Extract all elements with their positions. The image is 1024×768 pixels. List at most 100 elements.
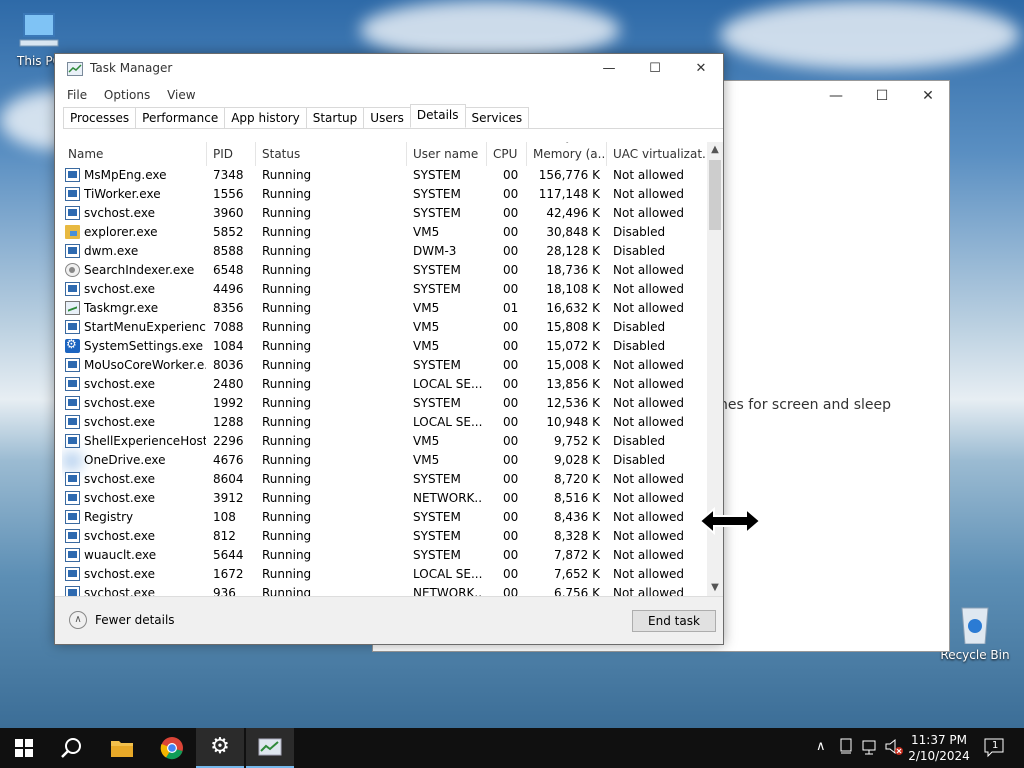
- table-row[interactable]: SearchIndexer.exe 6548 Running SYSTEM 00 18,7…: [62, 261, 707, 280]
- process-pid: 108: [213, 510, 236, 524]
- fewer-details-toggle[interactable]: ∧ Fewer details: [69, 611, 175, 629]
- process-cpu: 00: [503, 472, 519, 486]
- horizontal-resize-cursor-icon: [698, 506, 762, 536]
- minimize-button[interactable]: —: [586, 54, 632, 83]
- process-user: SYSTEM: [413, 206, 461, 220]
- table-row[interactable]: Registry 108 Running SYSTEM 00 8,436 K Not all…: [62, 508, 707, 527]
- process-pid: 812: [213, 529, 236, 543]
- chrome-button[interactable]: [148, 728, 196, 768]
- table-row[interactable]: ShellExperienceHost... 2296 Running VM5 00 9,…: [62, 432, 707, 451]
- process-user: SYSTEM: [413, 282, 461, 296]
- table-row[interactable]: svchost.exe 2480 Running LOCAL SE... 00 13,85…: [62, 375, 707, 394]
- column-header-name[interactable]: Name: [62, 142, 207, 166]
- column-header-pid[interactable]: PID: [207, 142, 256, 166]
- process-status: Running: [262, 206, 312, 220]
- title-bar[interactable]: Task Manager — ☐ ✕: [55, 54, 723, 83]
- tab-services[interactable]: Services: [464, 107, 530, 129]
- table-row[interactable]: Taskmgr.exe 8356 Running VM5 01 16,632 K Not a…: [62, 299, 707, 318]
- maximize-icon[interactable]: ☐: [875, 89, 889, 103]
- table-row[interactable]: svchost.exe 936 Running NETWORK... 00 6,756 K…: [62, 584, 707, 596]
- process-pid: 4676: [213, 453, 244, 467]
- chevron-up-icon: ∧: [69, 611, 87, 629]
- table-row[interactable]: svchost.exe 1672 Running LOCAL SE... 00 7,652…: [62, 565, 707, 584]
- process-list[interactable]: Name PID Status User name CPU Memory (a.…: [62, 142, 723, 596]
- process-user: LOCAL SE...: [413, 567, 483, 581]
- table-row[interactable]: OneDrive.exe 4676 Running VM5 00 9,028 K Disab…: [62, 451, 707, 470]
- maximize-button[interactable]: ☐: [632, 54, 678, 83]
- table-row[interactable]: TiWorker.exe 1556 Running SYSTEM 00 117,148 K…: [62, 185, 707, 204]
- close-button[interactable]: ✕: [678, 54, 724, 83]
- table-row[interactable]: SystemSettings.exe 1084 Running VM5 00 15,072…: [62, 337, 707, 356]
- minimize-icon[interactable]: —: [829, 89, 843, 103]
- column-header-status[interactable]: Status: [256, 142, 407, 166]
- table-row[interactable]: svchost.exe 3912 Running NETWORK... 00 8,516 …: [62, 489, 707, 508]
- file-explorer-button[interactable]: [98, 728, 146, 768]
- column-header-uac[interactable]: UAC virtualizat...: [607, 142, 707, 166]
- process-user: NETWORK...: [413, 491, 483, 505]
- process-memory: 117,148 K: [538, 187, 600, 201]
- process-user: SYSTEM: [413, 187, 461, 201]
- end-task-button[interactable]: End task: [632, 610, 716, 632]
- table-row[interactable]: svchost.exe 3960 Running SYSTEM 00 42,496 K No…: [62, 204, 707, 223]
- tab-processes[interactable]: Processes: [63, 107, 137, 129]
- table-row[interactable]: StartMenuExperienc... 7088 Running VM5 00 15,…: [62, 318, 707, 337]
- sky-cloud: [360, 0, 620, 60]
- application-icon: [65, 377, 80, 391]
- process-memory: 15,808 K: [546, 320, 600, 334]
- process-memory: 28,128 K: [546, 244, 600, 258]
- task-manager-window[interactable]: Task Manager — ☐ ✕ File Options View Pro…: [54, 53, 724, 645]
- table-row[interactable]: svchost.exe 8604 Running SYSTEM 00 8,720 K Not…: [62, 470, 707, 489]
- system-clock[interactable]: 11:37 PM 2/10/2024: [906, 732, 972, 764]
- column-header-cpu[interactable]: CPU: [487, 142, 527, 166]
- network-icon[interactable]: [862, 739, 880, 768]
- process-memory: 8,720 K: [553, 472, 600, 486]
- sort-arrow-icon: ⌄: [563, 142, 571, 146]
- menu-options[interactable]: Options: [104, 83, 150, 107]
- notification-center-icon[interactable]: 1: [984, 738, 1006, 768]
- process-user: DWM-3: [413, 244, 457, 258]
- process-user: SYSTEM: [413, 548, 461, 562]
- column-header-user-name[interactable]: User name: [407, 142, 487, 166]
- tab-startup[interactable]: Startup: [305, 107, 365, 129]
- desktop-icon-recycle-bin[interactable]: Recycle Bin: [940, 604, 1010, 662]
- table-row[interactable]: svchost.exe 812 Running SYSTEM 00 8,328 K Not …: [62, 527, 707, 546]
- menu-view[interactable]: View: [167, 83, 195, 107]
- process-uac: Disabled: [613, 225, 666, 239]
- application-icon: [65, 548, 80, 562]
- process-uac: Not allowed: [613, 358, 685, 372]
- process-pid: 1556: [213, 187, 244, 201]
- start-button[interactable]: [0, 728, 48, 768]
- table-row[interactable]: wuauclt.exe 5644 Running SYSTEM 00 7,872 K Not…: [62, 546, 707, 565]
- scroll-thumb[interactable]: [709, 160, 721, 230]
- scroll-down-icon[interactable]: ▼: [707, 580, 723, 596]
- chrome-icon: [160, 737, 183, 760]
- process-uac: Not allowed: [613, 491, 685, 505]
- task-manager-taskbar-button[interactable]: [246, 728, 294, 768]
- tab-performance[interactable]: Performance: [135, 107, 226, 129]
- tab-details[interactable]: Details: [409, 104, 466, 128]
- table-row[interactable]: svchost.exe 1288 Running LOCAL SE... 00 10,94…: [62, 413, 707, 432]
- tab-app-history[interactable]: App history: [224, 107, 307, 129]
- close-icon[interactable]: ✕: [921, 89, 935, 103]
- process-user: VM5: [413, 301, 440, 315]
- device-icon[interactable]: [840, 738, 852, 768]
- table-row[interactable]: svchost.exe 1992 Running SYSTEM 00 12,536 K No…: [62, 394, 707, 413]
- table-row[interactable]: svchost.exe 4496 Running SYSTEM 00 18,108 K No…: [62, 280, 707, 299]
- table-row[interactable]: explorer.exe 5852 Running VM5 00 30,848 K Disa…: [62, 223, 707, 242]
- table-row[interactable]: dwm.exe 8588 Running DWM-3 00 28,128 K Disable…: [62, 242, 707, 261]
- settings-button[interactable]: ⚙: [196, 728, 244, 768]
- table-row[interactable]: MoUsoCoreWorker.e... 8036 Running SYSTEM 00 1…: [62, 356, 707, 375]
- search-button[interactable]: [48, 728, 96, 768]
- table-row[interactable]: MsMpEng.exe 7348 Running SYSTEM 00 156,776 K N…: [62, 166, 707, 185]
- tab-users[interactable]: Users: [363, 107, 411, 129]
- volume-muted-icon[interactable]: [884, 738, 904, 768]
- task-manager-icon: [258, 738, 282, 756]
- process-status: Running: [262, 472, 312, 486]
- process-status: Running: [262, 168, 312, 182]
- show-hidden-icons-chevron-icon[interactable]: ∧: [816, 739, 826, 768]
- process-cpu: 00: [503, 244, 519, 258]
- application-icon: [65, 586, 80, 596]
- menu-file[interactable]: File: [67, 83, 87, 107]
- scroll-up-icon[interactable]: ▲: [707, 142, 723, 158]
- process-pid: 1992: [213, 396, 244, 410]
